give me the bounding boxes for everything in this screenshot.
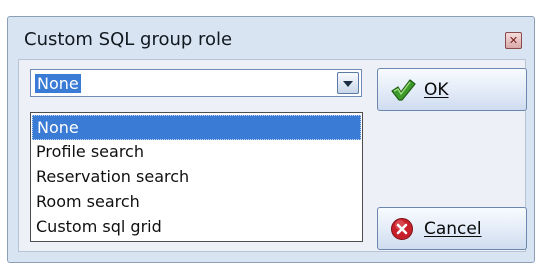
cancel-button[interactable]: Cancel [377, 207, 527, 250]
cancel-button-label: Cancel [424, 219, 482, 239]
dropdown-option-profile-search[interactable]: Profile search [31, 140, 362, 165]
dialog-title: Custom SQL group role [24, 29, 233, 50]
dropdown-option-custom-sql-grid[interactable]: Custom sql grid [31, 215, 362, 240]
custom-sql-group-role-dialog: Custom SQL group role ✕ None None Profil… [7, 16, 535, 263]
ok-button[interactable]: OK [377, 68, 527, 111]
ok-button-label: OK [424, 80, 449, 100]
dropdown-toggle-button[interactable] [337, 72, 359, 94]
close-icon: ✕ [508, 34, 519, 47]
combobox-selected-value: None [35, 74, 81, 93]
close-button[interactable]: ✕ [505, 32, 522, 49]
group-role-dropdown-list: None Profile search Reservation search R… [30, 112, 363, 242]
dropdown-option-room-search[interactable]: Room search [31, 190, 362, 215]
dialog-body: None None Profile search Reservation sea… [18, 59, 527, 252]
title-bar[interactable]: Custom SQL group role ✕ [8, 17, 534, 59]
checkmark-icon [391, 79, 416, 101]
group-role-combobox[interactable]: None [30, 69, 362, 97]
dropdown-option-reservation-search[interactable]: Reservation search [31, 165, 362, 190]
cancel-icon [391, 218, 413, 240]
dropdown-option-none[interactable]: None [32, 115, 361, 140]
